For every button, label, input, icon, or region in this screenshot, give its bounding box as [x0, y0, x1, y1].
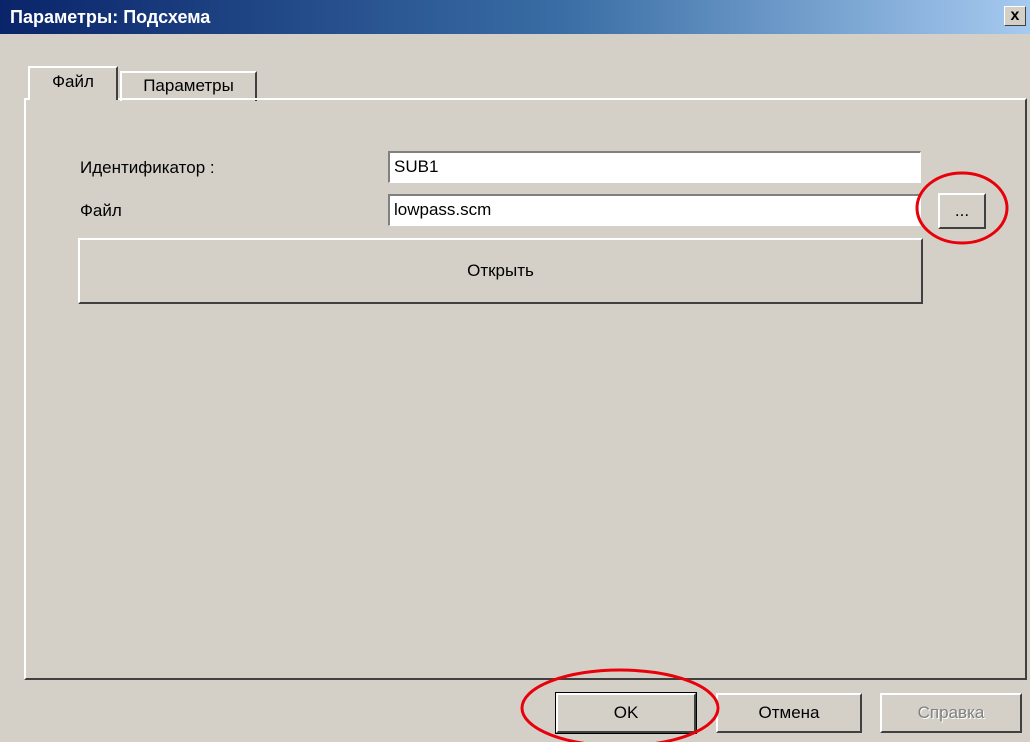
close-icon[interactable]: x [1004, 6, 1026, 26]
tab-parameters-label: Параметры [143, 76, 234, 95]
tab-panel [24, 98, 1027, 680]
help-button[interactable]: Справка [880, 693, 1022, 733]
title-bar: Параметры: Подсхема x [0, 0, 1030, 35]
tab-parameters[interactable]: Параметры [120, 71, 257, 101]
tab-file-label: Файл [52, 72, 94, 91]
tab-file[interactable]: Файл [28, 66, 118, 100]
ok-button[interactable]: OK [555, 692, 697, 734]
window-title: Параметры: Подсхема [10, 7, 211, 27]
cancel-button[interactable]: Отмена [716, 693, 862, 733]
